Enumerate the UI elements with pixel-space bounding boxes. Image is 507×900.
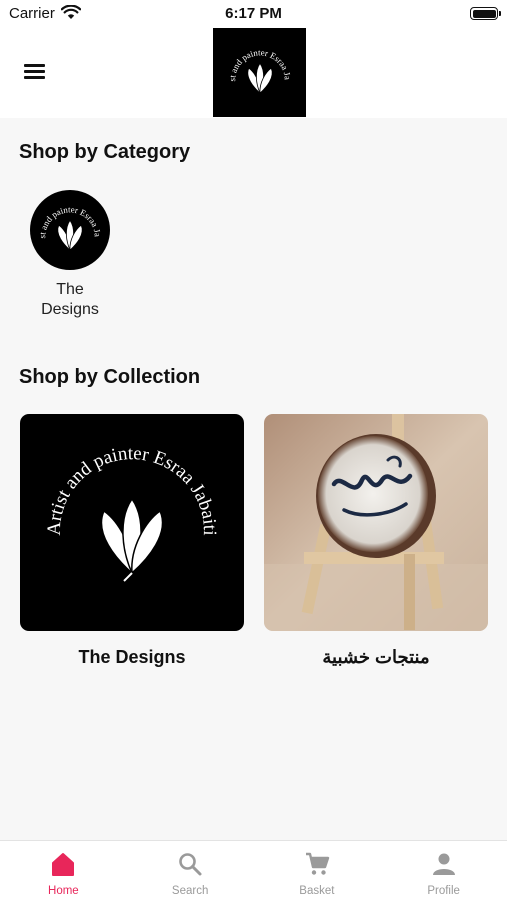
brand-logo[interactable]: Artist and painter Esraa Jabaiti [213, 28, 306, 117]
category-label-line: Designs [41, 301, 99, 318]
cart-icon [305, 852, 330, 875]
tab-home[interactable]: Home [0, 841, 127, 900]
feather-logo-icon: Artist and painter Esraa Jabaiti [30, 190, 103, 251]
category-section-title: Shop by Category [19, 141, 191, 163]
tab-basket[interactable]: Basket [254, 841, 381, 900]
category-item-the-designs[interactable]: Artist and painter Esraa Jabaiti The Des… [22, 190, 118, 320]
collection-label[interactable]: منتجات خشبية [264, 647, 488, 668]
feather-logo-icon: Artist and painter Esraa Jabaiti [44, 443, 220, 582]
home-icon [52, 853, 75, 876]
tab-profile[interactable]: Profile [380, 841, 507, 900]
collection-label[interactable]: The Designs [20, 647, 244, 668]
tab-label: Home [48, 885, 79, 897]
collection-section-title: Shop by Collection [19, 366, 201, 388]
category-label-line: The [56, 281, 84, 298]
menu-line [24, 76, 45, 79]
feather-logo-icon: Artist and painter Esraa Jabaiti [220, 33, 292, 94]
status-bar: Carrier 6:17 PM [0, 0, 507, 28]
person-icon [432, 853, 455, 875]
tab-label: Basket [299, 885, 335, 897]
tab-label: Profile [427, 885, 460, 897]
category-image: Artist and painter Esraa Jabaiti [30, 190, 110, 270]
collection-card-the-designs[interactable]: Artist and painter Esraa Jabaiti [20, 414, 244, 631]
tab-bar: Home Search Basket Profile [0, 840, 507, 900]
menu-line [24, 64, 45, 67]
clock: 6:17 PM [225, 5, 282, 22]
tab-search[interactable]: Search [127, 841, 254, 900]
menu-button[interactable] [22, 61, 48, 81]
tab-label: Search [171, 885, 209, 897]
collection-card-wooden-products[interactable] [264, 414, 488, 631]
category-label: The Designs [22, 280, 118, 320]
header: Artist and painter Esraa Jabaiti [0, 28, 507, 118]
search-icon [179, 853, 202, 876]
wood-slice-easel-image [264, 414, 488, 631]
menu-line [24, 70, 45, 73]
battery-icon [470, 7, 501, 20]
